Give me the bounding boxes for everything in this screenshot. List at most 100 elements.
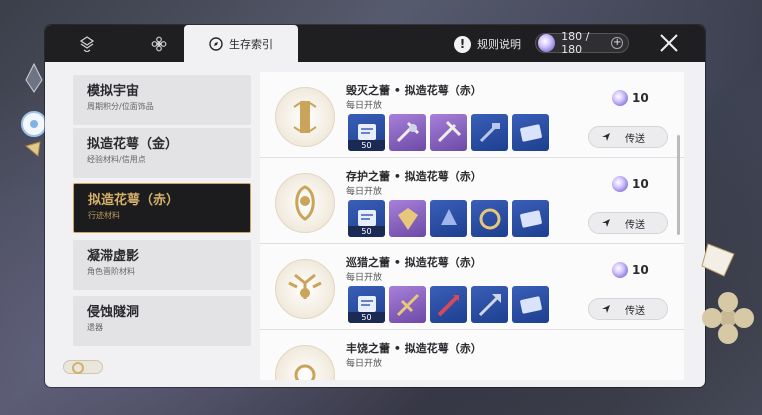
reward-item-trace-material-3[interactable] (471, 200, 508, 237)
teleport-button[interactable]: 传送 (588, 298, 668, 320)
top-bar: 生存索引 ! 规则说明 180 / 180 + (45, 25, 705, 62)
cube-tab-icon (79, 35, 95, 52)
flower-tab-icon (151, 36, 167, 51)
reward-item-credit[interactable] (512, 114, 549, 151)
calyx-title: 毁灭之蕾 • 拟造花萼（赤） (346, 84, 482, 97)
teleport-label: 传送 (625, 305, 645, 317)
reward-item-credit[interactable] (512, 200, 549, 237)
menu-item-sub: 角色晋阶材料 (87, 267, 135, 276)
reward-item-trace-material-2[interactable] (430, 286, 467, 323)
reward-item-trace-material-3[interactable] (471, 114, 508, 151)
teleport-label: 传送 (625, 133, 645, 145)
menu-item-calyx-golden[interactable]: 拟造花萼（金） 经验材料/信用点 (73, 128, 251, 178)
power-cost: 10 (612, 262, 649, 278)
bottom-indicator[interactable] (63, 360, 103, 374)
teleport-button[interactable]: 传送 (588, 212, 668, 234)
reward-item-trace-material-1[interactable] (389, 200, 426, 237)
item-quantity: 50 (348, 226, 385, 237)
menu-item-title: 拟造花萼（赤） (88, 193, 180, 208)
power-cost-value: 10 (632, 91, 649, 105)
power-cost: 10 (612, 90, 649, 106)
reward-item-trace-material-2[interactable] (430, 114, 467, 151)
close-icon[interactable] (657, 31, 681, 55)
reward-item-exp-material[interactable]: 50 (348, 200, 385, 237)
power-gem-icon (612, 176, 628, 192)
list-item: 毁灭之蕾 • 拟造花萼（赤） 每日开放 50 10 传送 (260, 72, 684, 158)
card-icon (519, 295, 542, 314)
hunt-path-emblem-icon (275, 259, 335, 319)
menu-item-sub: 经验材料/信用点 (87, 155, 146, 164)
add-power-button[interactable]: + (611, 37, 623, 49)
reward-items: 50 (348, 114, 549, 151)
reward-item-trace-material-3[interactable] (471, 286, 508, 323)
hammer-icon (437, 120, 461, 142)
menu-item-stagnant-shadow[interactable]: 凝滞虚影 角色晋阶材料 (73, 240, 251, 290)
ring-icon (479, 208, 500, 229)
hammer-icon (396, 121, 419, 142)
arrowhead-icon (396, 293, 419, 316)
question-mark-icon: ! (454, 35, 471, 53)
menu-item-title: 模拟宇宙 (87, 84, 140, 99)
calyx-schedule: 每日开放 (346, 359, 383, 369)
arrowhead-icon (437, 294, 459, 316)
shield-fragment-icon (440, 208, 457, 225)
send-arrow-icon (602, 219, 610, 227)
power-cost-value: 10 (632, 263, 649, 277)
list-scrollbar[interactable] (677, 135, 680, 235)
destruction-path-emblem-icon (275, 87, 335, 147)
send-arrow-icon (602, 305, 610, 313)
menu-item-calyx-crimson[interactable]: 拟造花萼（赤） 行迹材料 (73, 183, 251, 233)
tab-inventory[interactable] (53, 25, 121, 62)
reward-item-trace-material-1[interactable] (389, 114, 426, 151)
item-quantity: 50 (348, 140, 385, 151)
reward-items: 50 (348, 286, 549, 323)
charm-decoration-icon (21, 62, 47, 157)
menu-item-title: 拟造花萼（金） (87, 137, 179, 152)
menu-item-title: 侵蚀隧洞 (87, 305, 140, 320)
rules-button[interactable]: ! 规则说明 (454, 34, 521, 54)
power-value: 180 / 180 (561, 30, 590, 56)
card-icon (519, 209, 542, 228)
abundance-path-emblem-icon (275, 345, 335, 380)
reward-item-exp-material[interactable]: 50 (348, 114, 385, 151)
hammer-icon (479, 122, 500, 142)
power-gem-icon (612, 90, 628, 106)
calyx-title: 巡猎之蕾 • 拟造花萼（赤） (346, 256, 482, 269)
tab-flower[interactable] (125, 25, 193, 62)
calyx-title: 丰饶之蕾 • 拟造花萼（赤） (346, 342, 482, 355)
shield-fragment-icon (397, 207, 418, 230)
reward-item-trace-material-2[interactable] (430, 200, 467, 237)
survival-index-window: 生存索引 ! 规则说明 180 / 180 + 模拟宇宙 周期积分/位面饰品 拟… (45, 25, 705, 387)
reward-item-trace-material-1[interactable] (389, 286, 426, 323)
teleport-label: 传送 (625, 219, 645, 231)
arrowhead-icon (478, 293, 501, 316)
compass-icon (209, 36, 223, 51)
calyx-title: 存护之蕾 • 拟造花萼（赤） (346, 170, 482, 183)
calyx-list[interactable]: 毁灭之蕾 • 拟造花萼（赤） 每日开放 50 10 传送 存护之蕾 • 拟造花萼… (260, 72, 684, 380)
item-quantity: 50 (348, 312, 385, 323)
calyx-schedule: 每日开放 (346, 273, 383, 283)
send-arrow-icon (602, 133, 610, 141)
calyx-schedule: 每日开放 (346, 101, 383, 111)
menu-item-cavern-of-corrosion[interactable]: 侵蚀隧洞 遗器 (73, 296, 251, 346)
menu-item-simulated-universe[interactable]: 模拟宇宙 周期积分/位面饰品 (73, 75, 251, 125)
menu-item-sub: 周期积分/位面饰品 (87, 102, 154, 111)
power-gem-icon (612, 262, 628, 278)
list-item: 丰饶之蕾 • 拟造花萼（赤） 每日开放 (260, 330, 684, 380)
list-item: 巡猎之蕾 • 拟造花萼（赤） 每日开放 50 10 传送 (260, 244, 684, 330)
power-cost-value: 10 (632, 177, 649, 191)
power-cost: 10 (612, 176, 649, 192)
preservation-path-emblem-icon (275, 173, 335, 233)
reward-item-exp-material[interactable]: 50 (348, 286, 385, 323)
flower-charm-decoration-icon (701, 243, 754, 344)
menu-item-title: 凝滞虚影 (87, 249, 140, 264)
card-icon (519, 123, 542, 142)
calyx-schedule: 每日开放 (346, 187, 383, 197)
rules-label: 规则说明 (477, 38, 521, 51)
tab-survival-index[interactable]: 生存索引 (184, 25, 298, 62)
reward-item-credit[interactable] (512, 286, 549, 323)
ring-icon (72, 362, 84, 374)
menu-item-sub: 遗器 (87, 323, 103, 332)
tab-survival-index-label: 生存索引 (229, 37, 273, 51)
teleport-button[interactable]: 传送 (588, 126, 668, 148)
